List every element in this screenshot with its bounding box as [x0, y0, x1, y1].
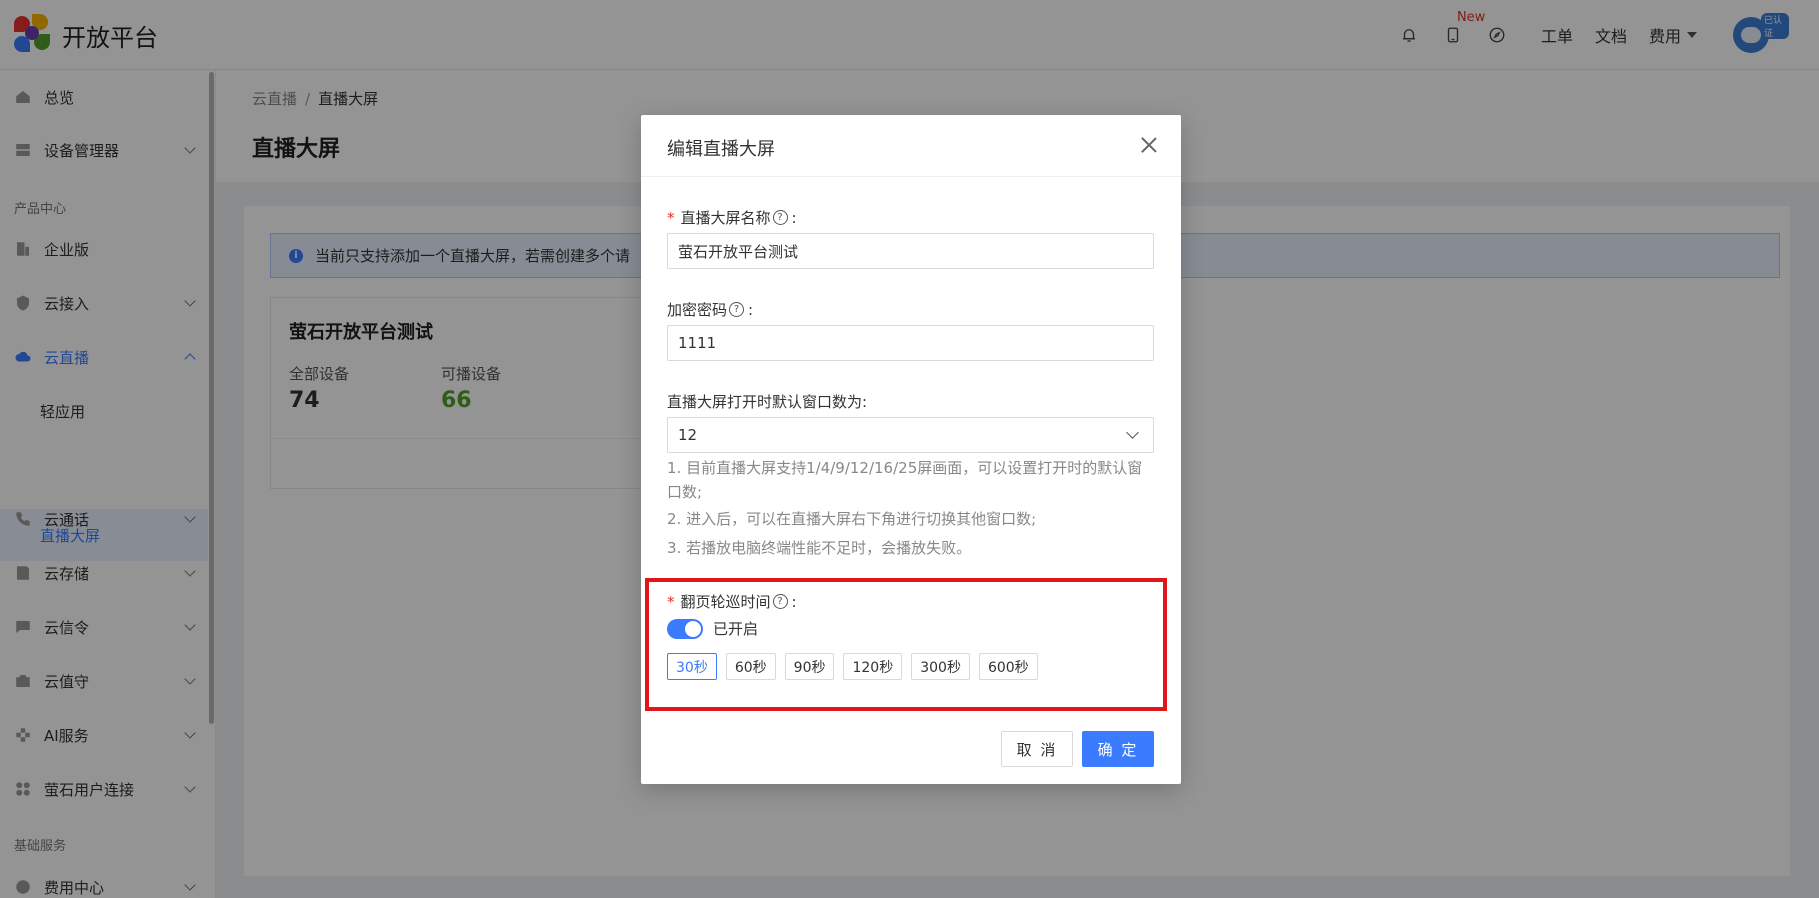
window-count-label: 直播大屏打开时默认窗口数为: — [667, 391, 867, 412]
toggle-status-label: 已开启 — [713, 620, 759, 638]
help-icon[interactable]: ? — [729, 302, 745, 317]
close-icon[interactable] — [1139, 135, 1159, 155]
window-label-text: 直播大屏打开时默认窗口数为: — [667, 393, 868, 411]
rotate-time-label: * 翻页轮巡时间 ? : — [667, 591, 797, 612]
interval-option-60s[interactable]: 60秒 — [725, 653, 776, 680]
tip-2: 2. 进入后，可以在直播大屏右下角进行切换其他窗口数; — [667, 510, 1037, 528]
label-colon: : — [791, 208, 797, 227]
window-count-value: 12 — [678, 426, 698, 444]
password-input[interactable] — [667, 325, 1154, 361]
label-colon: : — [748, 300, 754, 319]
tip-3: 3. 若播放电脑终端性能不足时，会播放失败。 — [667, 539, 972, 557]
modal-title: 编辑直播大屏 — [667, 139, 775, 160]
screen-name-input[interactable] — [667, 233, 1154, 269]
rotate-interval-options: 30秒 60秒 90秒 120秒 300秒 600秒 — [667, 653, 1047, 680]
label-colon: : — [791, 592, 797, 611]
required-mark: * — [667, 208, 675, 227]
name-field-label: * 直播大屏名称 ? : — [667, 207, 797, 228]
interval-option-90s[interactable]: 90秒 — [784, 653, 835, 680]
help-icon[interactable]: ? — [772, 594, 788, 609]
rotate-toggle[interactable] — [667, 619, 703, 639]
window-count-select[interactable]: 12 — [667, 417, 1154, 453]
interval-option-600s[interactable]: 600秒 — [978, 653, 1038, 680]
interval-option-300s[interactable]: 300秒 — [911, 653, 970, 680]
interval-option-120s[interactable]: 120秒 — [843, 653, 903, 680]
cancel-button[interactable]: 取 消 — [1001, 731, 1073, 767]
rotate-label-text: 翻页轮巡时间 — [680, 593, 771, 611]
help-icon[interactable]: ? — [772, 210, 788, 225]
interval-option-30s[interactable]: 30秒 — [667, 653, 717, 680]
password-field-label: 加密密码 ? : — [667, 299, 753, 320]
confirm-button[interactable]: 确 定 — [1082, 731, 1154, 767]
required-mark: * — [667, 592, 675, 611]
modal-header: 编辑直播大屏 — [641, 115, 1181, 177]
name-label-text: 直播大屏名称 — [680, 209, 771, 227]
pwd-label-text: 加密密码 — [667, 301, 728, 319]
chevron-down-icon — [1126, 426, 1139, 439]
edit-live-screen-modal: 编辑直播大屏 * 直播大屏名称 ? : 加密密码 ? : 直播大屏打开时默认窗口… — [641, 115, 1181, 784]
tip-1: 1. 目前直播大屏支持1/4/9/12/16/25屏画面，可以设置打开时的默认窗… — [667, 459, 1143, 501]
